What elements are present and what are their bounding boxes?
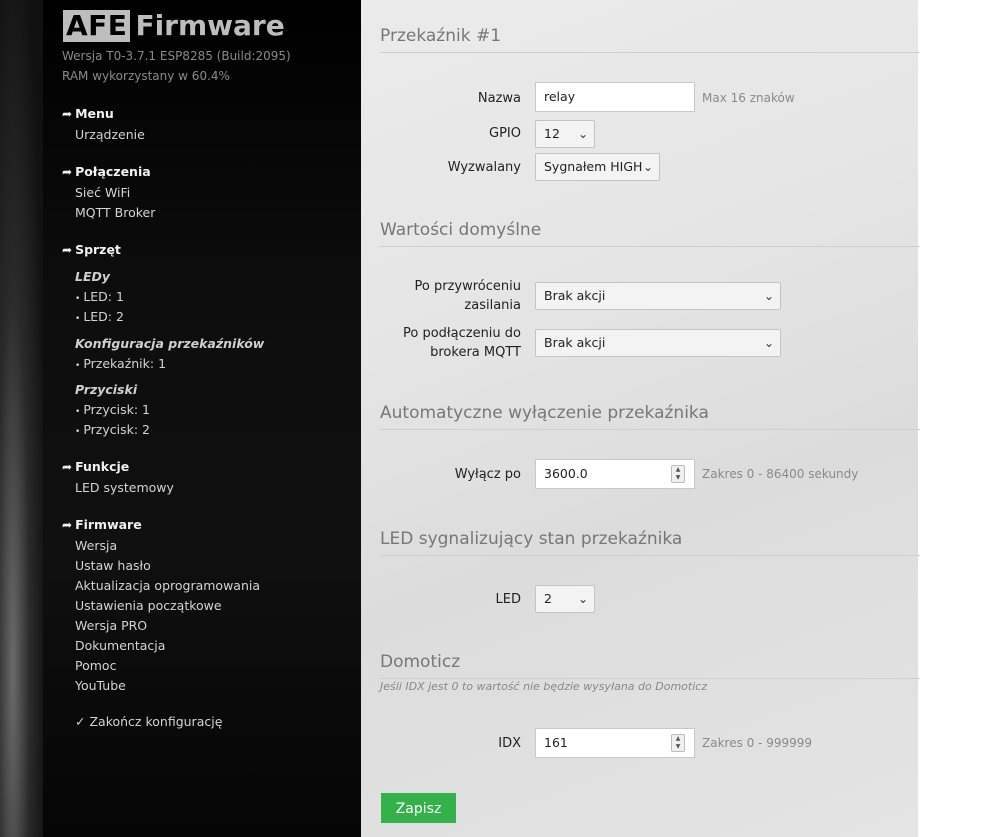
sidebar-item-firmware-update[interactable]: Aktualizacja oprogramowania [75,578,260,593]
name-input[interactable]: relay [535,82,695,112]
section-title-defaults: Wartości domyślne [380,220,920,247]
spinner-icon[interactable]: ▲ ▼ [671,465,685,483]
main-content: Przekaźnik #1 Nazwa relay Max 16 znaków … [361,0,920,837]
gpio-select[interactable]: 12 ⌄ [535,120,595,148]
section-firmware: ➦ Firmware [62,517,142,532]
logo-badge: AFE [63,9,131,42]
sidebar-item-device[interactable]: Urządzenie [75,127,145,142]
auto-off-label: Wyłącz po [454,467,521,482]
share-arrow-icon: ➦ [62,106,73,121]
sidebar-item-led-1[interactable]: • LED: 1 [75,289,124,304]
auto-off-help: Zakres 0 - 86400 sekundy [702,467,859,481]
gpio-label: GPIO [489,126,521,141]
chevron-down-icon: ⌄ [763,336,774,350]
led-label: LED [495,592,521,607]
idx-input[interactable]: 161 ▲ ▼ [535,728,695,758]
sidebar-item-button-1[interactable]: • Przycisk: 1 [75,402,150,417]
sidebar: AFE Firmware Wersja T0-3.7.1 ESP8285 (Bu… [43,0,361,837]
sidebar-item-version[interactable]: Wersja [75,538,117,553]
name-label: Nazwa [477,91,521,106]
sidebar-item-pro-version[interactable]: Wersja PRO [75,618,147,633]
finish-configuration-link[interactable]: ✓ Zakończ konfigurację [75,714,222,729]
share-arrow-icon: ➦ [62,242,73,257]
chevron-down-icon: ⌄ [577,592,588,606]
save-button[interactable]: Zapisz [381,793,456,823]
spinner-icon[interactable]: ▲ ▼ [671,734,685,752]
sidebar-item-help[interactable]: Pomoc [75,658,116,673]
section-menu: ➦ Menu [62,106,114,121]
chevron-down-icon: ⌄ [763,289,774,303]
domoticz-hint: Jeśli IDX jest 0 to wartość nie będzie w… [380,680,708,693]
sidebar-item-set-password[interactable]: Ustaw hasło [75,558,151,573]
led-select[interactable]: 2 ⌄ [535,585,595,613]
section-title-led: LED sygnalizujący stan przekaźnika [380,529,920,556]
sidebar-item-button-2[interactable]: • Przycisk: 2 [75,422,150,437]
section-title-auto-off: Automatyczne wyłączenie przekaźnika [380,403,920,430]
checkmark-icon: ✓ [75,714,86,729]
idx-help: Zakres 0 - 999999 [702,736,813,750]
section-title-domoticz: Domoticz [380,652,920,679]
trigger-select[interactable]: Sygnałem HIGH ⌄ [535,153,660,181]
power-restore-label: Po przywróceniu zasilania [414,279,521,313]
logo: AFE Firmware [63,9,285,42]
section-title-relay: Przekaźnik #1 [380,26,920,53]
sidebar-item-youtube[interactable]: YouTube [75,678,126,693]
share-arrow-icon: ➦ [62,459,73,474]
sidebar-item-wifi[interactable]: Sieć WiFi [75,185,130,200]
section-functions: ➦ Funkcje [62,459,130,474]
subsection-buttons: Przyciski [75,382,138,397]
sidebar-item-initial-settings[interactable]: Ustawienia początkowe [75,598,222,613]
ram-usage: RAM wykorzystany w 60.4% [62,69,230,83]
trigger-label: Wyzwalany [447,160,521,175]
chevron-down-icon: ⌄ [642,160,653,174]
sidebar-item-relay-1[interactable]: • Przekaźnik: 1 [75,356,166,371]
subsection-leds: LEDy [75,269,111,284]
sidebar-item-documentation[interactable]: Dokumentacja [75,638,165,653]
subsection-relays: Konfiguracja przekaźników [75,336,265,351]
firmware-version: Wersja T0-3.7.1 ESP8285 (Build:2095) [62,49,291,63]
auto-off-input[interactable]: 3600.0 ▲ ▼ [535,459,695,489]
sidebar-item-system-led[interactable]: LED systemowy [75,480,174,495]
background-photo [0,0,43,837]
chevron-down-icon: ⌄ [577,127,588,141]
mqtt-connect-select[interactable]: Brak akcji ⌄ [535,329,781,357]
logo-text: Firmware [135,9,285,42]
section-connections: ➦ Połączenia [62,164,151,179]
sidebar-item-led-2[interactable]: • LED: 2 [75,309,124,324]
power-restore-select[interactable]: Brak akcji ⌄ [535,282,781,310]
share-arrow-icon: ➦ [62,517,73,532]
idx-label: IDX [498,736,521,751]
section-hardware: ➦ Sprzęt [62,242,121,257]
share-arrow-icon: ➦ [62,164,73,179]
mqtt-connect-label: Po podłączeniu do brokera MQTT [403,326,521,360]
name-help: Max 16 znaków [702,91,795,105]
sidebar-item-mqtt[interactable]: MQTT Broker [75,205,155,220]
